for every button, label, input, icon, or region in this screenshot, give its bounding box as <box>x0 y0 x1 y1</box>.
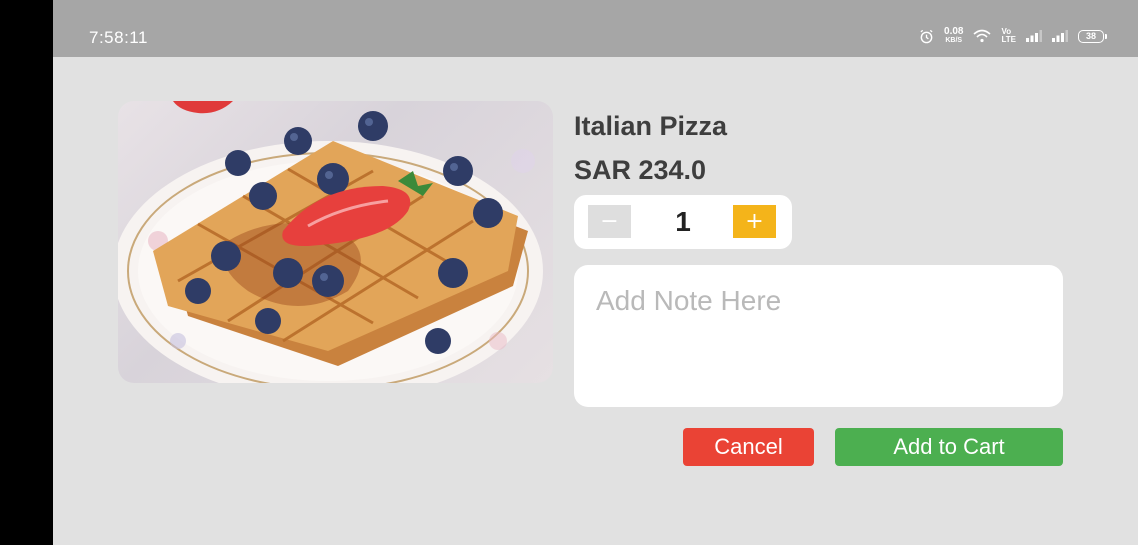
volte-bottom: LTE <box>1001 35 1016 44</box>
product-price: SAR 234.0 <box>574 155 707 185</box>
cancel-button[interactable]: Cancel <box>683 428 814 466</box>
screen: 7:58:11 0.08 KB/S Vo LTE 38 Italian Pizz… <box>0 0 1138 545</box>
product-name: Italian Pizza <box>574 111 728 141</box>
note-input[interactable] <box>596 285 1046 385</box>
net-speed-unit: KB/S <box>945 37 963 44</box>
volte-icon: Vo LTE <box>1001 28 1016 44</box>
increase-quantity-button[interactable]: + <box>733 205 776 238</box>
net-speed: 0.08 KB/S <box>944 27 963 45</box>
dialog-content: 7:58:11 0.08 KB/S Vo LTE 38 Italian Pizz… <box>53 0 1138 545</box>
note-box <box>574 265 1063 407</box>
status-time: 7:58:11 <box>89 28 148 47</box>
food-photo-waffles <box>118 101 553 383</box>
add-to-cart-button[interactable]: Add to Cart <box>835 428 1063 466</box>
decrease-quantity-button[interactable]: − <box>588 205 631 238</box>
signal-icon <box>1026 30 1042 42</box>
net-speed-value: 0.08 <box>944 26 964 37</box>
alarm-icon <box>919 29 934 44</box>
status-icons: 0.08 KB/S Vo LTE 38 <box>919 27 1107 45</box>
signal-icon <box>1052 30 1068 42</box>
wifi-icon <box>973 29 992 43</box>
quantity-value: 1 <box>675 206 691 237</box>
battery-icon: 38 <box>1078 29 1107 43</box>
status-bar: 7:58:11 0.08 KB/S Vo LTE 38 <box>53 0 1138 57</box>
quantity-stepper: − 1 + <box>574 195 792 249</box>
